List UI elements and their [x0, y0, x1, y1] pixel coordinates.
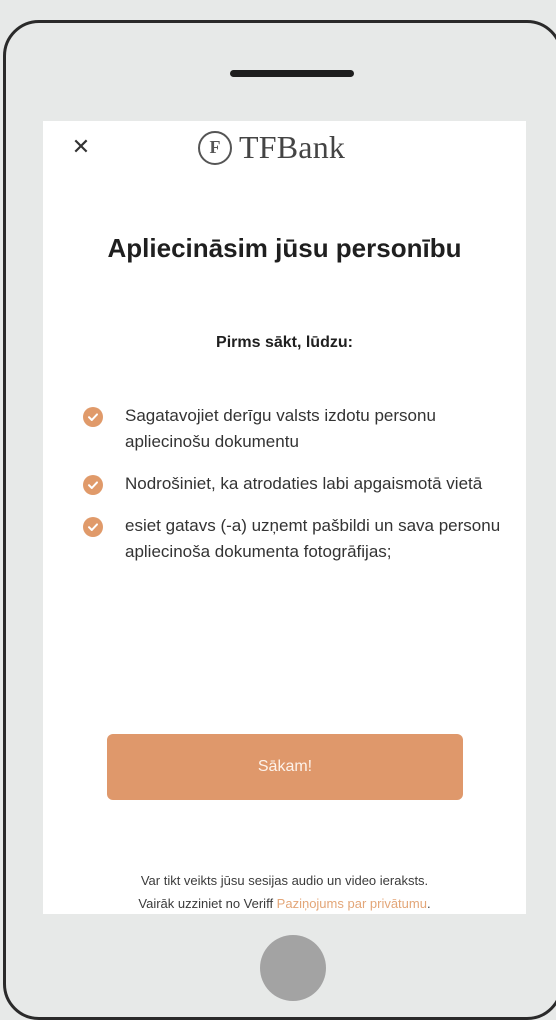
- privacy-policy-link[interactable]: Paziņojums par privātumu: [277, 896, 427, 911]
- list-item: Sagatavojiet derīgu valsts izdotu person…: [83, 403, 503, 455]
- instructions-subtitle: Pirms sākt, lūdzu:: [216, 334, 353, 351]
- list-item-text: Nodrošiniet, ka atrodaties labi apgaismo…: [125, 474, 483, 493]
- privacy-notice-line: Vairāk uzziniet no Veriff Paziņojums par…: [43, 892, 526, 914]
- close-icon[interactable]: ✕: [69, 134, 93, 159]
- list-item-text: esiet gatavs (-a) uzņemt pašbildi un sav…: [125, 516, 501, 561]
- requirements-list: Sagatavojiet derīgu valsts izdotu person…: [83, 403, 503, 581]
- start-button[interactable]: Sākam!: [107, 734, 463, 800]
- check-icon: [83, 475, 103, 495]
- brand-name: TFBank: [239, 129, 346, 165]
- recording-notice-line: Var tikt veikts jūsu sesijas audio un vi…: [140, 873, 429, 888]
- recording-notice: Var tikt veikts jūsu sesijas audio un vi…: [43, 869, 526, 914]
- brand-header: F TFBank: [198, 129, 345, 166]
- list-item: esiet gatavs (-a) uzņemt pašbildi un sav…: [83, 513, 503, 565]
- check-icon: [83, 517, 103, 537]
- check-icon: [83, 407, 103, 427]
- list-item: Nodrošiniet, ka atrodaties labi apgaismo…: [83, 471, 503, 497]
- home-button[interactable]: [260, 935, 326, 1001]
- brand-logo-icon: F: [198, 130, 232, 165]
- phone-frame: ✕ F TFBank Apliecināsim jūsu personību P…: [3, 20, 556, 1020]
- list-item-text: Sagatavojiet derīgu valsts izdotu person…: [125, 406, 436, 451]
- privacy-suffix: .: [426, 896, 431, 911]
- phone-speaker: [230, 70, 354, 77]
- page-title: Apliecināsim jūsu personību: [107, 233, 462, 263]
- app-screen: ✕ F TFBank Apliecināsim jūsu personību P…: [43, 121, 526, 914]
- privacy-prefix: Vairāk uzziniet no Veriff: [138, 896, 277, 911]
